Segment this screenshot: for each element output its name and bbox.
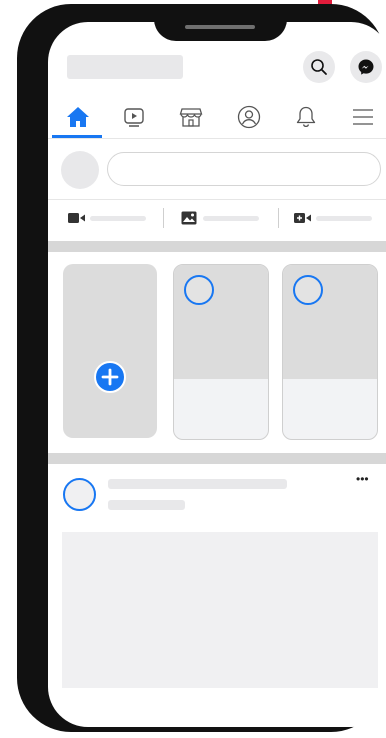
tab-marketplace[interactable] <box>174 102 208 132</box>
watch-icon <box>124 108 144 127</box>
live-video-label-placeholder <box>90 216 146 221</box>
app-screen: ••• <box>48 22 386 727</box>
story-card[interactable] <box>282 264 378 440</box>
notch <box>154 8 287 41</box>
action-separator-2 <box>278 208 279 228</box>
story-avatar <box>184 275 214 305</box>
section-separator-2 <box>48 453 386 464</box>
add-story-button[interactable] <box>94 361 126 393</box>
room-label-placeholder <box>316 216 372 221</box>
post-media-placeholder <box>62 532 378 688</box>
composer-avatar[interactable] <box>61 151 99 189</box>
plus-icon <box>101 368 119 386</box>
live-video-icon <box>68 213 85 223</box>
nav-divider <box>48 138 386 139</box>
messenger-button[interactable] <box>350 51 382 83</box>
story-avatar <box>293 275 323 305</box>
tab-menu[interactable] <box>346 102 380 132</box>
marketplace-icon <box>179 108 203 127</box>
phone-frame: ••• <box>17 4 386 732</box>
composer-input[interactable] <box>107 152 381 186</box>
action-separator-1 <box>163 208 164 228</box>
photo-action[interactable] <box>181 210 261 226</box>
speaker-grille <box>185 25 255 29</box>
tab-profile[interactable] <box>232 102 266 132</box>
post-timestamp-placeholder <box>108 500 185 510</box>
home-icon <box>67 107 89 127</box>
tab-notifications[interactable] <box>289 102 323 132</box>
app-logo-placeholder <box>67 55 183 79</box>
tab-watch[interactable] <box>117 102 151 132</box>
tab-home[interactable] <box>61 102 95 132</box>
composer-divider <box>48 199 386 200</box>
live-video-action[interactable] <box>68 210 148 226</box>
profile-icon <box>237 105 261 129</box>
search-icon <box>311 59 327 75</box>
photo-label-placeholder <box>203 216 259 221</box>
room-action[interactable] <box>294 210 374 226</box>
messenger-icon <box>358 59 374 75</box>
menu-icon <box>353 109 373 125</box>
notifications-icon <box>296 106 316 128</box>
photo-icon <box>181 211 197 225</box>
post-author-name-placeholder <box>108 479 287 489</box>
room-icon <box>294 213 311 223</box>
search-button[interactable] <box>303 51 335 83</box>
post-more-button[interactable]: ••• <box>356 472 369 486</box>
section-separator-1 <box>48 241 386 252</box>
story-card[interactable] <box>173 264 269 440</box>
post-author-avatar[interactable] <box>63 478 96 511</box>
create-story-card[interactable] <box>63 264 157 438</box>
